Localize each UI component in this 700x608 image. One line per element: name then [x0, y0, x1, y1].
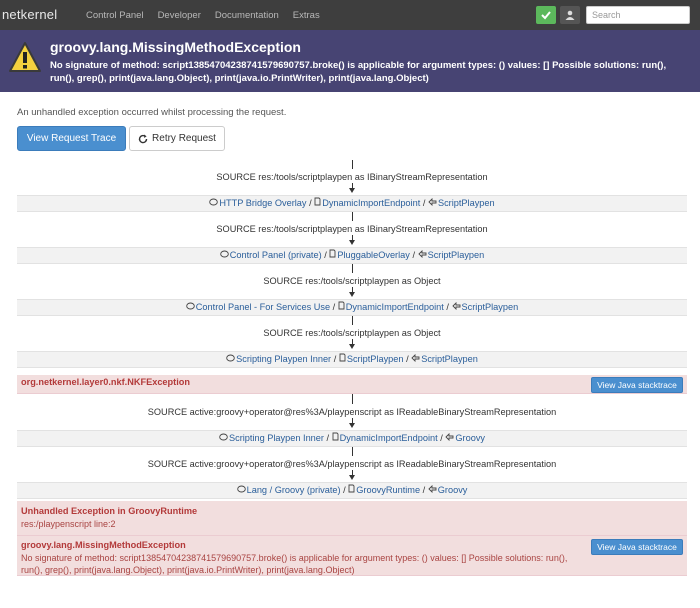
arrow-down-icon	[349, 475, 355, 480]
trace-source: SOURCE active:groovy+operator@res%3A/pla…	[147, 407, 557, 417]
space-icon	[209, 196, 219, 211]
space-link[interactable]: Scripting Playpen Inner	[236, 354, 331, 364]
accessor-link[interactable]: ScriptPlaypen	[421, 354, 478, 364]
accessor-icon	[411, 352, 420, 367]
trace-step: SOURCE active:groovy+operator@res%3A/pla…	[17, 394, 687, 428]
arrow-down-icon	[349, 292, 355, 297]
groovy-runtime-title: Unhandled Exception in GroovyRuntime	[21, 506, 198, 516]
space-link[interactable]: Scripting Playpen Inner	[229, 433, 324, 443]
refresh-icon	[138, 134, 148, 143]
space-link[interactable]: Control Panel - For Services Use	[196, 302, 330, 312]
accessor-link[interactable]: ScriptPlaypen	[462, 302, 519, 312]
space-icon	[219, 248, 229, 263]
endpoint-icon	[329, 248, 336, 263]
endpoint-link[interactable]: DynamicImportEndpoint	[340, 433, 438, 443]
endpoint-link[interactable]: DynamicImportEndpoint	[322, 198, 420, 208]
exception-banner: groovy.lang.MissingMethodException No si…	[0, 30, 700, 92]
top-navbar: netkernel Control Panel Developer Docume…	[0, 0, 700, 30]
space-link[interactable]: HTTP Bridge Overlay	[219, 198, 306, 208]
groovy-runtime-location: res:/playpenscript line:2	[21, 519, 116, 529]
connector-line	[351, 447, 353, 456]
final-exception-title: groovy.lang.MissingMethodException	[21, 540, 186, 550]
nav-link-documentation[interactable]: Documentation	[215, 10, 279, 21]
connector-line	[351, 316, 353, 325]
nav-link-extras[interactable]: Extras	[293, 10, 320, 21]
groovy-runtime-exception-row: Unhandled Exception in GroovyRuntime res…	[17, 501, 687, 536]
view-java-stacktrace-button[interactable]: View Java stacktrace	[591, 377, 683, 393]
endpoint-link[interactable]: DynamicImportEndpoint	[346, 302, 444, 312]
trace-source: SOURCE active:groovy+operator@res%3A/pla…	[147, 459, 557, 469]
accessor-link[interactable]: ScriptPlaypen	[428, 250, 485, 260]
space-link[interactable]: Lang / Groovy (private)	[247, 485, 341, 495]
connector-line	[351, 160, 353, 169]
request-trace: SOURCE res:/tools/scriptplaypen as IBina…	[17, 160, 687, 576]
user-button[interactable]	[560, 6, 580, 24]
unhandled-text: An unhandled exception occurred whilst p…	[17, 107, 287, 118]
endpoint-icon	[338, 300, 345, 315]
trace-endpoint: HTTP Bridge Overlay / DynamicImportEndpo…	[17, 195, 687, 212]
brand-logo[interactable]: netkernel	[2, 7, 57, 22]
accessor-icon	[417, 248, 427, 263]
accessor-icon	[428, 196, 437, 211]
endpoint-link[interactable]: GroovyRuntime	[356, 485, 420, 495]
accessor-icon	[445, 431, 454, 446]
accessor-link[interactable]: ScriptPlaypen	[438, 198, 495, 208]
space-icon	[236, 483, 246, 498]
connector-line	[351, 212, 353, 221]
trace-endpoint: Control Panel (private) / PluggableOverl…	[17, 247, 687, 264]
view-java-stacktrace-button[interactable]: View Java stacktrace	[591, 539, 683, 555]
space-icon	[186, 300, 195, 315]
trace-step: SOURCE res:/tools/scriptplaypen as IBina…	[17, 160, 687, 193]
trace-endpoint: Scripting Playpen Inner / DynamicImportE…	[17, 430, 687, 447]
exception-message: No signature of method: script1385470423…	[50, 60, 667, 84]
trace-step: SOURCE res:/tools/scriptplaypen as IBina…	[17, 212, 687, 245]
nav-link-developer[interactable]: Developer	[158, 10, 201, 21]
accessor-link[interactable]: Groovy	[455, 433, 485, 443]
space-icon	[219, 431, 228, 446]
accessor-icon	[451, 300, 461, 315]
accessor-link[interactable]: Groovy	[438, 485, 468, 495]
trace-source: SOURCE res:/tools/scriptplaypen as Objec…	[263, 328, 441, 338]
user-icon	[565, 10, 575, 20]
connector-line	[351, 394, 353, 404]
nav-link-control-panel[interactable]: Control Panel	[86, 10, 144, 21]
endpoint-icon	[314, 196, 321, 211]
trace-step: SOURCE res:/tools/scriptplaypen as Objec…	[17, 316, 687, 349]
endpoint-link[interactable]: ScriptPlaypen	[347, 354, 404, 364]
view-request-trace-button[interactable]: View Request Trace	[17, 126, 126, 151]
trace-source: SOURCE res:/tools/scriptplaypen as IBina…	[216, 224, 488, 234]
arrow-down-icon	[349, 188, 355, 193]
endpoint-icon	[339, 352, 346, 367]
arrow-down-icon	[349, 240, 355, 245]
nkf-exception-row: org.netkernel.layer0.nkf.NKFException Vi…	[17, 375, 687, 394]
trace-endpoint: Control Panel - For Services Use / Dynam…	[17, 299, 687, 316]
endpoint-icon	[332, 431, 339, 446]
space-icon	[226, 352, 235, 367]
retry-request-label: Retry Request	[152, 133, 216, 144]
trace-source: SOURCE res:/tools/scriptplaypen as Objec…	[263, 276, 441, 286]
arrow-down-icon	[349, 423, 355, 428]
warning-icon	[9, 42, 41, 72]
space-link[interactable]: Control Panel (private)	[230, 250, 322, 260]
final-exception-row: groovy.lang.MissingMethodException No si…	[17, 536, 687, 576]
check-icon	[541, 11, 551, 20]
final-exception-message: No signature of method: script1385470423…	[21, 553, 568, 575]
trace-step: SOURCE res:/tools/scriptplaypen as Objec…	[17, 264, 687, 297]
search-input[interactable]: Search	[586, 6, 690, 24]
nkf-exception-title: org.netkernel.layer0.nkf.NKFException	[21, 377, 190, 387]
endpoint-link[interactable]: PluggableOverlay	[337, 250, 410, 260]
arrow-down-icon	[349, 344, 355, 349]
connector-line	[351, 264, 353, 273]
trace-endpoint: Scripting Playpen Inner / ScriptPlaypen …	[17, 351, 687, 368]
trace-source: SOURCE res:/tools/scriptplaypen as IBina…	[216, 172, 488, 182]
endpoint-icon	[348, 483, 355, 498]
status-button[interactable]	[536, 6, 556, 24]
trace-step: SOURCE active:groovy+operator@res%3A/pla…	[17, 447, 687, 480]
retry-request-button[interactable]: Retry Request	[129, 126, 225, 151]
nav-links: Control Panel Developer Documentation Ex…	[86, 10, 320, 21]
trace-endpoint: Lang / Groovy (private) / GroovyRuntime …	[17, 482, 687, 499]
exception-title: groovy.lang.MissingMethodException	[50, 39, 301, 55]
accessor-icon	[428, 483, 437, 498]
